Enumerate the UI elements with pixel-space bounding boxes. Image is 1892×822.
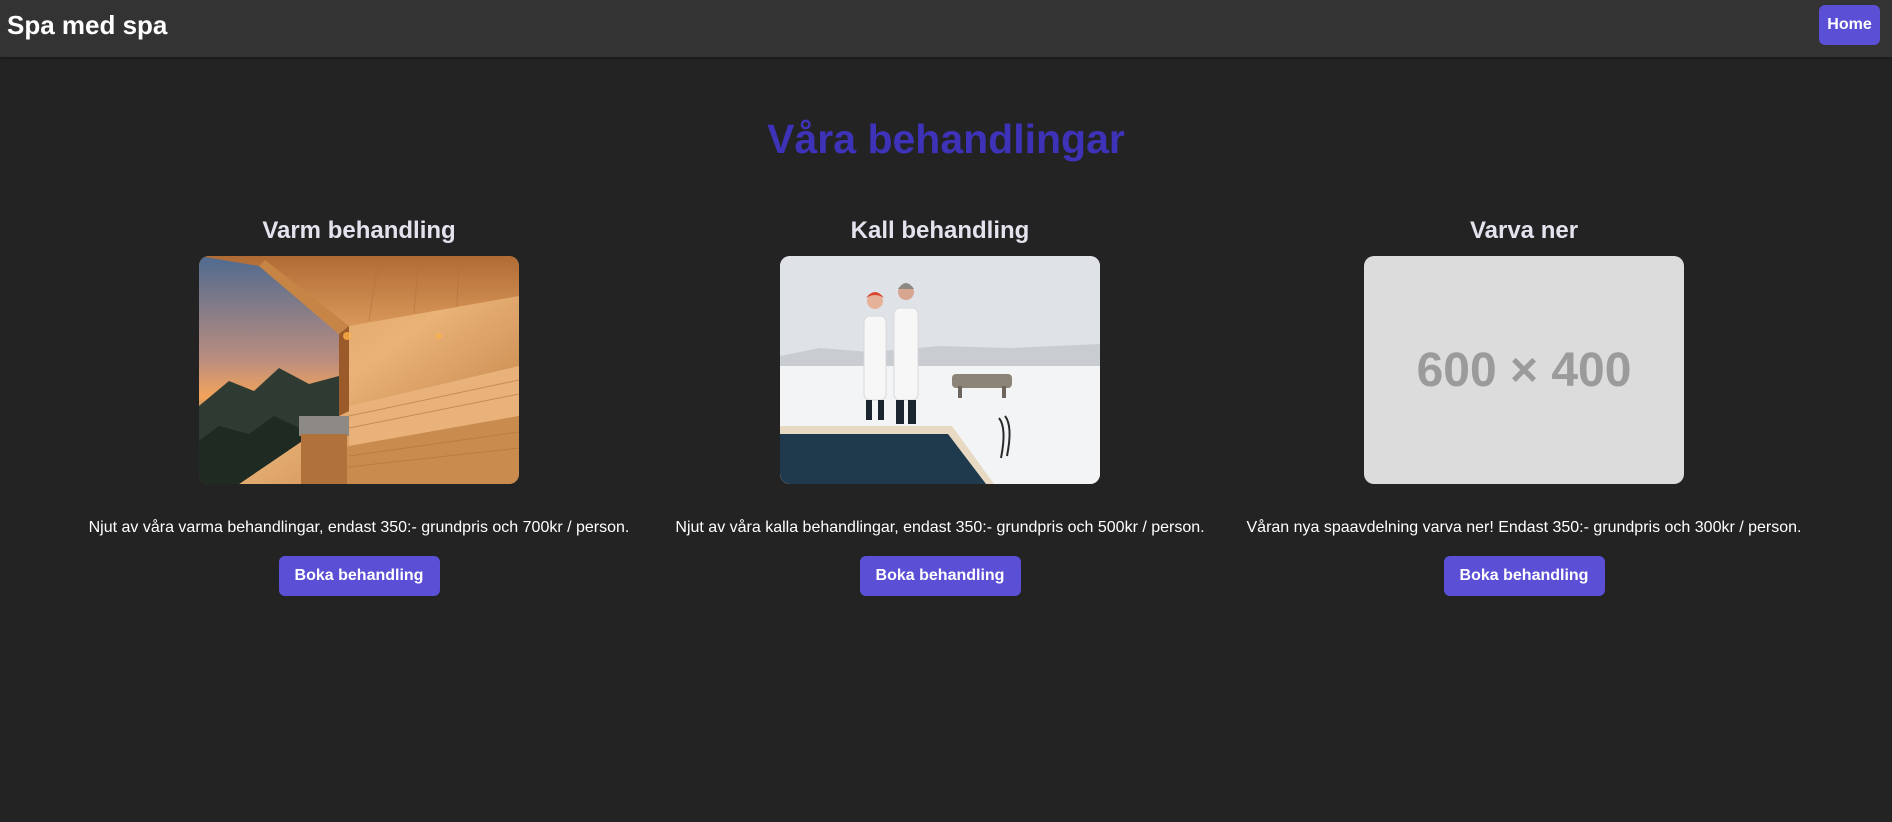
brand-logo[interactable]: Spa med spa bbox=[7, 10, 167, 40]
treatment-card-relax: Varva ner 600 × 400 Våran nya spaavdelni… bbox=[1231, 214, 1817, 596]
navbar: Spa med spa Home bbox=[0, 0, 1892, 57]
card-title: Varva ner bbox=[1469, 217, 1579, 244]
book-treatment-button[interactable]: Boka behandling bbox=[278, 556, 440, 596]
book-treatment-button[interactable]: Boka behandling bbox=[1443, 556, 1605, 596]
home-button[interactable]: Home bbox=[1819, 5, 1880, 45]
card-title: Kall behandling bbox=[850, 217, 1030, 244]
page-title: Våra behandlingar bbox=[767, 116, 1125, 162]
card-description: Våran nya spaavdelning varva ner! Endast… bbox=[1246, 519, 1802, 536]
placeholder-image: 600 × 400 bbox=[1364, 256, 1684, 484]
ice-bath-image bbox=[780, 256, 1100, 484]
card-description: Njut av våra kalla behandlingar, endast … bbox=[675, 519, 1205, 536]
book-treatment-button[interactable]: Boka behandling bbox=[859, 556, 1021, 596]
card-description: Njut av våra varma behandlingar, endast … bbox=[88, 519, 630, 536]
placeholder-text: 600 × 400 bbox=[1364, 256, 1684, 484]
treatment-card-cold: Kall behandling Njut av våra kalla behan… bbox=[647, 214, 1233, 596]
sauna-image bbox=[199, 256, 519, 484]
treatment-card-warm: Varm behandling Njut av våra varma behan… bbox=[66, 214, 652, 596]
card-title: Varm behandling bbox=[262, 217, 456, 244]
